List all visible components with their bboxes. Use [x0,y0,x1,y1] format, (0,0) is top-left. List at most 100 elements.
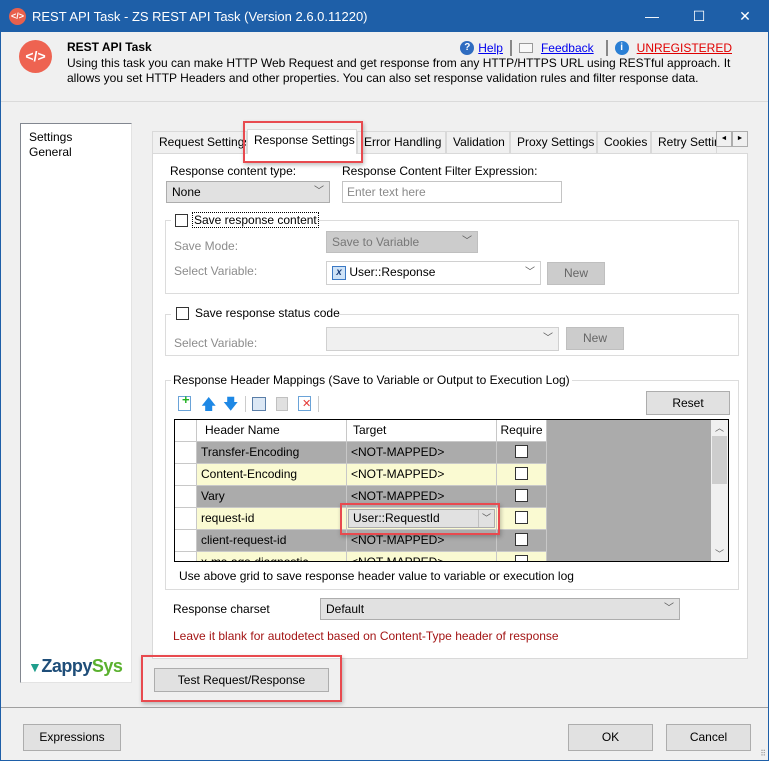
help-link[interactable]: Help [478,41,503,55]
add-row-icon[interactable]: + [178,393,191,411]
tab-cookies[interactable]: Cookies [597,131,651,153]
maximize-button[interactable]: ☐ [676,1,722,32]
require-checkbox[interactable] [515,467,528,481]
target-cell[interactable]: <NOT-MAPPED> [347,486,497,508]
nav-item-general[interactable]: General [29,145,72,159]
unregistered-link[interactable]: UNREGISTERED [637,41,732,55]
row-header-cell [175,420,197,442]
header-mappings-grid: Header Name Target Require Transfer-Enco… [174,419,729,562]
new-variable-button[interactable]: New [547,262,605,285]
target-cell[interactable]: <NOT-MAPPED> [347,464,497,486]
require-checkbox[interactable] [515,511,528,525]
save-status-label[interactable]: Save response status code [195,306,340,320]
expressions-button[interactable]: Expressions [23,724,121,751]
filter-expression-label: Response Content Filter Expression: [342,164,538,178]
task-header: </> REST API Task Using this task you ca… [1,32,768,102]
charset-label: Response charset [173,602,270,616]
header-name-cell[interactable]: Vary [197,486,347,508]
require-checkbox[interactable] [515,533,528,547]
row-header-cell[interactable] [175,464,197,486]
header-name-cell[interactable]: client-request-id [197,530,347,552]
new-status-variable-button[interactable]: New [566,327,624,350]
resize-grip-icon[interactable]: ⠿ [760,749,766,758]
move-up-icon[interactable]: 🡅 [201,394,216,419]
delete-row-icon[interactable]: ✕ [298,396,311,411]
require-cell [497,442,547,464]
table-row[interactable]: Transfer-Encoding <NOT-MAPPED> [175,442,547,464]
tab-validation[interactable]: Validation [446,131,510,153]
filter-expression-input[interactable]: Enter text here [342,181,562,203]
table-row[interactable]: client-request-id <NOT-MAPPED> [175,530,547,552]
feedback-link[interactable]: Feedback [541,41,594,55]
zappysys-logo: ▼ZappySys [28,656,123,677]
target-cell-editing[interactable]: User::RequestId ﹀ [347,508,497,530]
nav-item-settings[interactable]: Settings [29,130,72,144]
table-row[interactable]: Content-Encoding <NOT-MAPPED> [175,464,547,486]
require-checkbox[interactable] [515,445,528,459]
target-cell[interactable]: <NOT-MAPPED> [347,442,497,464]
save-content-label[interactable]: Save response content [192,212,319,228]
column-header-require[interactable]: Require [497,420,547,442]
test-request-response-button[interactable]: Test Request/Response [154,668,329,692]
save-status-checkbox[interactable] [176,307,189,320]
column-header-header-name[interactable]: Header Name [197,420,347,442]
header-name-cell[interactable]: x-ms-ags-diagnostic [197,552,347,561]
tab-scroll-right-button[interactable]: ► [732,131,748,147]
row-header-cell[interactable] [175,486,197,508]
save-mode-select[interactable]: Save to Variable ﹀ [326,231,478,253]
save-mode-label: Save Mode: [174,239,239,253]
tab-scroll-left-button[interactable]: ◄ [716,131,732,147]
tab-proxy-settings[interactable]: Proxy Settings [510,131,597,153]
tab-response-settings[interactable]: Response Settings [247,129,357,154]
footer-separator [1,707,768,708]
save-content-checkbox[interactable] [175,214,188,227]
tab-request-settings[interactable]: Request Settings [152,131,247,153]
scrollbar-thumb[interactable] [712,436,727,484]
target-cell[interactable]: <NOT-MAPPED> [347,552,497,561]
chevron-down-icon[interactable]: ﹀ [478,510,494,527]
header-name-cell[interactable]: Transfer-Encoding [197,442,347,464]
move-down-icon[interactable]: 🡇 [223,394,238,419]
row-header-cell[interactable] [175,508,197,530]
separator [245,396,246,412]
target-variable-select[interactable]: User::RequestId ﹀ [348,509,495,528]
row-header-cell[interactable] [175,442,197,464]
table-row[interactable]: Vary <NOT-MAPPED> [175,486,547,508]
table-row[interactable]: request-id User::RequestId ﹀ [175,508,547,530]
tab-retry-settings[interactable]: Retry Settings [651,131,717,153]
close-button[interactable]: ✕ [722,1,768,32]
task-description: Using this task you can make HTTP Web Re… [67,56,731,85]
scroll-up-icon[interactable]: ︿ [711,421,728,434]
grid-vertical-scrollbar[interactable]: ︿ ﹀ [711,420,728,561]
variable-icon: x [332,265,346,280]
reset-button[interactable]: Reset [646,391,730,415]
brand-text-1: Zappy [41,656,92,676]
status-variable-select[interactable]: ﹀ [326,327,559,351]
chevron-down-icon: ﹀ [664,603,674,614]
minimize-button[interactable]: — [629,1,675,32]
charset-select[interactable]: Default ﹀ [320,598,680,620]
column-header-target[interactable]: Target [347,420,497,442]
paste-icon [276,397,288,411]
title-bar: </> REST API Task - ZS REST API Task (Ve… [1,1,768,32]
scroll-down-icon[interactable]: ﹀ [711,547,728,560]
brand-text-2: Sys [91,656,123,676]
dialog-window: </> REST API Task - ZS REST API Task (Ve… [0,0,769,761]
tab-error-handling[interactable]: Error Handling [357,131,446,153]
content-type-select[interactable]: None ﹀ [166,181,330,203]
header-mappings-title: Response Header Mappings (Save to Variab… [171,373,572,387]
row-header-cell[interactable] [175,530,197,552]
cancel-button[interactable]: Cancel [666,724,751,751]
ok-button[interactable]: OK [568,724,653,751]
response-variable-select[interactable]: x User::Response ﹀ [326,261,541,285]
row-header-cell[interactable] [175,552,197,561]
header-name-cell[interactable]: request-id [197,508,347,530]
table-row[interactable]: x-ms-ags-diagnostic <NOT-MAPPED> [175,552,547,561]
require-cell [497,552,547,561]
target-cell[interactable]: <NOT-MAPPED> [347,530,497,552]
header-name-cell[interactable]: Content-Encoding [197,464,347,486]
require-checkbox[interactable] [515,555,528,561]
copy-icon[interactable] [252,397,266,411]
require-checkbox[interactable] [515,489,528,503]
require-cell [497,464,547,486]
